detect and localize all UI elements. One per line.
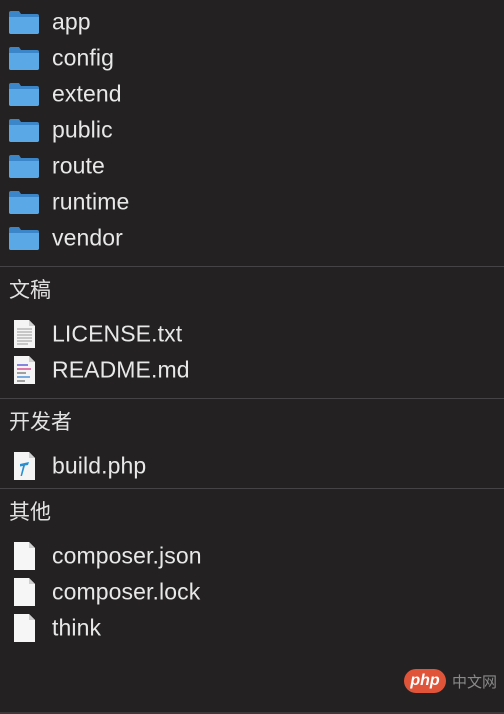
section-divider (0, 488, 504, 489)
file-label: think (52, 614, 102, 641)
blank-document-icon (14, 614, 35, 642)
file-item-composer-json[interactable]: composer.json (0, 538, 504, 574)
folder-item-vendor[interactable]: vendor (0, 220, 504, 256)
folder-label: app (52, 8, 91, 35)
watermark-text: 中文网 (452, 672, 498, 691)
folder-item-config[interactable]: config (0, 40, 504, 76)
folder-icon (9, 11, 39, 34)
file-item-license[interactable]: LICENSE.txt (0, 316, 504, 352)
section-divider (0, 398, 504, 399)
file-label: composer.json (52, 542, 202, 569)
folder-icon (9, 119, 39, 142)
folder-label: runtime (52, 188, 130, 215)
file-label: composer.lock (52, 578, 201, 605)
watermark-logo: php (404, 669, 446, 693)
watermark: php 中文网 (404, 668, 497, 694)
folder-label: public (52, 116, 113, 143)
section-title-documents: 文稿 (9, 278, 51, 302)
php-script-icon (14, 452, 35, 480)
file-item-think[interactable]: think (0, 610, 504, 646)
file-label: build.php (52, 452, 147, 479)
section-divider (0, 266, 504, 267)
folder-item-app[interactable]: app (0, 4, 504, 40)
blank-document-icon (14, 578, 35, 606)
file-label: LICENSE.txt (52, 320, 183, 347)
text-document-icon (14, 320, 35, 348)
section-title-developer: 开发者 (9, 410, 72, 434)
folder-item-route[interactable]: route (0, 148, 504, 184)
folder-label: config (52, 44, 114, 71)
file-item-readme[interactable]: README.md (0, 352, 504, 388)
folder-item-public[interactable]: public (0, 112, 504, 148)
markdown-document-icon (14, 356, 35, 384)
folder-item-extend[interactable]: extend (0, 76, 504, 112)
folder-label: extend (52, 80, 122, 107)
folder-icon (9, 47, 39, 70)
folder-icon (9, 155, 39, 178)
blank-document-icon (14, 542, 35, 570)
folder-icon (9, 191, 39, 214)
folder-icon (9, 227, 39, 250)
folder-label: route (52, 152, 105, 179)
section-title-other: 其他 (9, 500, 51, 524)
file-label: README.md (52, 356, 190, 383)
folder-icon (9, 83, 39, 106)
file-item-composer-lock[interactable]: composer.lock (0, 574, 504, 610)
folder-label: vendor (52, 224, 123, 251)
folder-item-runtime[interactable]: runtime (0, 184, 504, 220)
file-item-build-php[interactable]: build.php (0, 448, 504, 484)
